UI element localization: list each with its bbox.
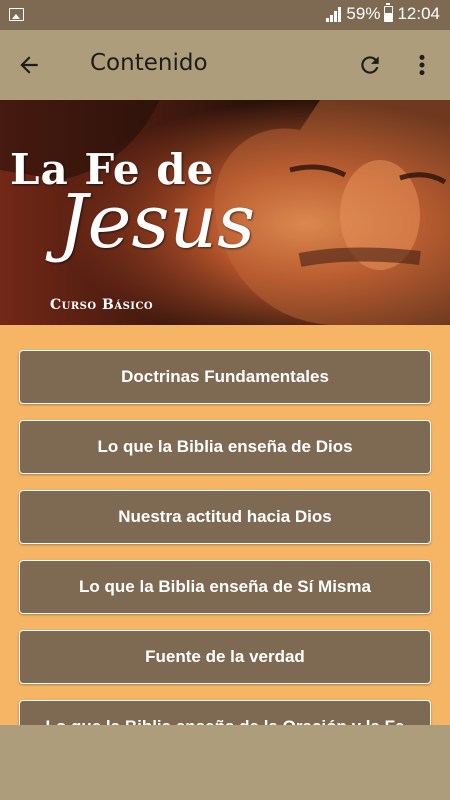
- signal-icon: [326, 7, 342, 22]
- bottom-bar: [0, 725, 450, 800]
- menu-button-doctrinas[interactable]: Doctrinas Fundamentales: [19, 350, 431, 404]
- battery-icon: [384, 3, 394, 22]
- menu-button-oracion-fe[interactable]: Lo que la Biblia enseña de la Oración y …: [19, 700, 431, 725]
- app-bar: Contenido: [0, 30, 450, 100]
- banner-title-line2: Jesus: [58, 179, 256, 265]
- menu-button-actitud[interactable]: Nuestra actitud hacia Dios: [19, 490, 431, 544]
- status-bar: 59% 12:04: [0, 0, 450, 30]
- more-options-icon[interactable]: [413, 52, 431, 78]
- menu-button-biblia-dios[interactable]: Lo que la Biblia enseña de Dios: [19, 420, 431, 474]
- gallery-notification-icon: [9, 8, 24, 21]
- content-list[interactable]: Doctrinas Fundamentales Lo que la Biblia…: [0, 325, 450, 725]
- page-title: Contenido: [90, 50, 208, 76]
- menu-button-biblia-si-misma[interactable]: Lo que la Biblia enseña de Sí Misma: [19, 560, 431, 614]
- battery-percent: 59%: [346, 4, 381, 23]
- menu-button-fuente-verdad[interactable]: Fuente de la verdad: [19, 630, 431, 684]
- banner-subtitle: Curso Básico: [50, 297, 154, 313]
- clock: 12:04: [397, 4, 440, 23]
- back-arrow-icon[interactable]: [16, 52, 42, 78]
- refresh-icon[interactable]: [357, 52, 383, 78]
